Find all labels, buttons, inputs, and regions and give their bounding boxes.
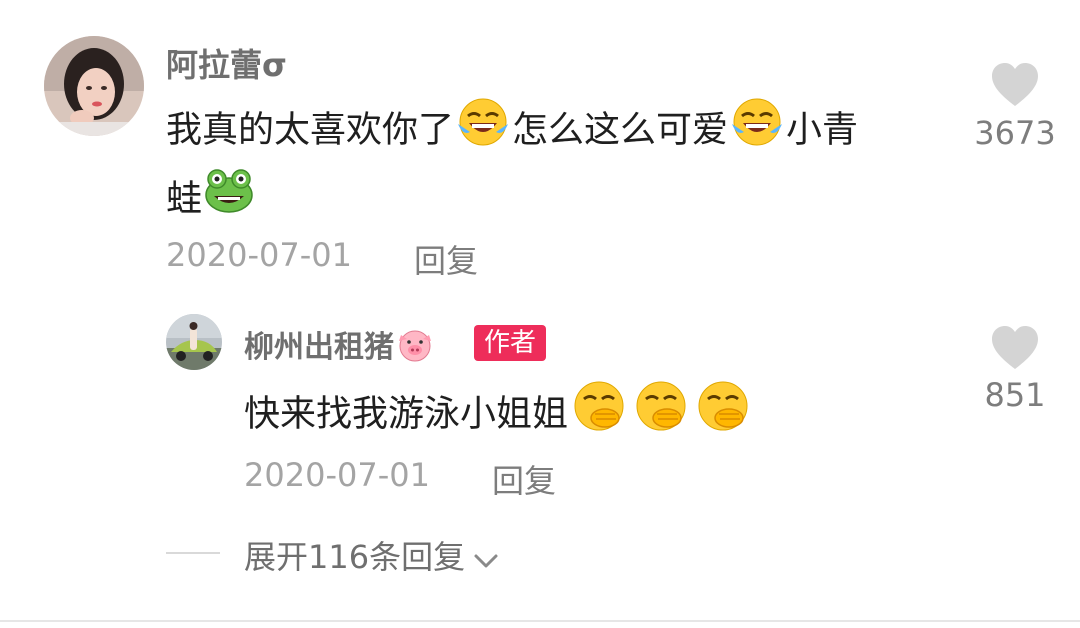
avatar[interactable] bbox=[44, 36, 144, 136]
avatar[interactable] bbox=[166, 314, 222, 370]
heart-icon bbox=[992, 326, 1038, 369]
comment-text-part: 蛙 bbox=[166, 178, 203, 220]
like-button[interactable] bbox=[990, 62, 1040, 112]
expand-replies-label: 展开116条回复 bbox=[244, 538, 466, 576]
reply-text-part: 快来找我游泳小姐姐 bbox=[244, 393, 569, 435]
hand-over-mouth-emoji bbox=[631, 378, 691, 453]
frog-emoji bbox=[203, 167, 255, 234]
like-count: 3673 bbox=[974, 114, 1056, 152]
comment-text-part: 我真的太喜欢你了 bbox=[166, 109, 455, 151]
author-badge: 作者 bbox=[474, 325, 547, 361]
divider bbox=[0, 620, 1080, 622]
comment-date: 2020-07-01 bbox=[166, 236, 352, 274]
like-button[interactable] bbox=[990, 325, 1040, 375]
reply-button[interactable]: 回复 bbox=[414, 236, 478, 282]
reply-text: 快来找我游泳小姐姐 bbox=[244, 378, 864, 453]
pig-face-emoji bbox=[395, 327, 435, 371]
comment-text-part: 小青 bbox=[786, 109, 859, 151]
reply-date: 2020-07-01 bbox=[244, 456, 430, 494]
hand-over-mouth-emoji bbox=[569, 378, 629, 453]
reply-button[interactable]: 回复 bbox=[492, 456, 556, 502]
comment-username[interactable]: 阿拉蕾σ bbox=[166, 40, 287, 86]
reply-username[interactable]: 柳州出租猪 bbox=[244, 322, 436, 371]
divider bbox=[166, 552, 220, 554]
heart-icon bbox=[992, 63, 1038, 106]
comment-text: 我真的太喜欢你了 怎么这么可爱 小青蛙 bbox=[166, 96, 966, 234]
comment-text-part: 怎么这么可爱 bbox=[512, 109, 729, 151]
chevron-down-icon bbox=[473, 540, 499, 578]
hand-over-mouth-emoji bbox=[693, 378, 753, 453]
rolling-laugh-emoji bbox=[455, 96, 511, 167]
rolling-laugh-emoji bbox=[729, 96, 785, 167]
reply-username-label: 柳州出租猪 bbox=[244, 330, 394, 365]
expand-replies-button[interactable]: 展开116条回复 bbox=[244, 532, 499, 578]
like-count: 851 bbox=[984, 376, 1046, 414]
